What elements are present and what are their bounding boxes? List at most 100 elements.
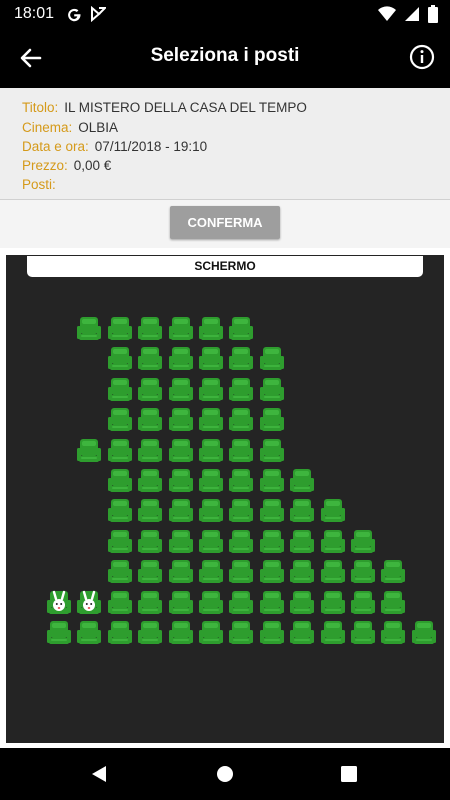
- seat-available[interactable]: [320, 620, 345, 646]
- seat-available[interactable]: [77, 620, 102, 646]
- seat-available[interactable]: [199, 620, 223, 646]
- seat-available[interactable]: [290, 529, 315, 555]
- seat-available[interactable]: [229, 559, 254, 585]
- seat-available[interactable]: [138, 529, 163, 555]
- seat-available[interactable]: [320, 559, 345, 585]
- seat-available[interactable]: [229, 407, 254, 433]
- seat-available[interactable]: [138, 468, 163, 494]
- seat-available[interactable]: [107, 438, 132, 464]
- seat-available[interactable]: [259, 407, 284, 433]
- seat-available[interactable]: [259, 498, 284, 524]
- seat-available[interactable]: [107, 529, 132, 555]
- seat-available[interactable]: [199, 559, 223, 585]
- seat-available[interactable]: [199, 377, 223, 403]
- seat-available[interactable]: [107, 377, 132, 403]
- seat-icon: [107, 347, 132, 371]
- seat-available[interactable]: [259, 529, 284, 555]
- seat-available[interactable]: [411, 620, 436, 646]
- seat-icon: [107, 590, 132, 614]
- seat-available[interactable]: [229, 590, 254, 616]
- seat-available[interactable]: [199, 590, 223, 616]
- seat-available[interactable]: [320, 529, 345, 555]
- seat-available[interactable]: [381, 620, 406, 646]
- seat-available[interactable]: [138, 346, 163, 372]
- confirm-button[interactable]: CONFERMA: [170, 206, 280, 239]
- seat-available[interactable]: [138, 559, 163, 585]
- seat-available[interactable]: [199, 498, 223, 524]
- seat-available[interactable]: [290, 498, 315, 524]
- seat-available[interactable]: [168, 529, 193, 555]
- seat-available[interactable]: [351, 620, 375, 646]
- seat-available[interactable]: [107, 498, 132, 524]
- seat-available[interactable]: [168, 438, 193, 464]
- seat-available[interactable]: [229, 498, 254, 524]
- info-button[interactable]: [408, 43, 436, 71]
- seat-available[interactable]: [168, 377, 193, 403]
- seat-available[interactable]: [229, 346, 254, 372]
- seat-available[interactable]: [168, 498, 193, 524]
- seat-available[interactable]: [320, 590, 345, 616]
- seat-icon: [229, 347, 254, 371]
- nav-back-button[interactable]: [88, 763, 110, 785]
- seat-available[interactable]: [138, 407, 163, 433]
- seat-available[interactable]: [381, 559, 406, 585]
- seat-available[interactable]: [199, 346, 223, 372]
- seat-available[interactable]: [259, 346, 284, 372]
- seat-available[interactable]: [47, 620, 71, 646]
- seat-available[interactable]: [107, 346, 132, 372]
- seat-available[interactable]: [259, 438, 284, 464]
- seat-available[interactable]: [229, 316, 254, 342]
- seat-available[interactable]: [259, 559, 284, 585]
- seat-available[interactable]: [138, 590, 163, 616]
- seat-available[interactable]: [290, 559, 315, 585]
- seat-available[interactable]: [107, 559, 132, 585]
- seat-available[interactable]: [259, 377, 284, 403]
- seat-available[interactable]: [259, 590, 284, 616]
- seat-available[interactable]: [199, 407, 223, 433]
- seat-available[interactable]: [229, 377, 254, 403]
- seat-available[interactable]: [77, 438, 102, 464]
- seat-available[interactable]: [320, 498, 345, 524]
- seat-available[interactable]: [138, 498, 163, 524]
- seat-available[interactable]: [107, 316, 132, 342]
- seat-available[interactable]: [168, 590, 193, 616]
- seat-available[interactable]: [107, 590, 132, 616]
- seat-available[interactable]: [229, 529, 254, 555]
- seat-icon: [168, 317, 193, 340]
- seat-available[interactable]: [290, 620, 315, 646]
- seat-available[interactable]: [77, 316, 102, 342]
- seat-available[interactable]: [199, 529, 223, 555]
- seat-available[interactable]: [199, 438, 223, 464]
- seat-available[interactable]: [168, 346, 193, 372]
- seat-icon: [138, 438, 163, 462]
- seat-available[interactable]: [290, 468, 315, 494]
- seat-available[interactable]: [229, 620, 254, 646]
- seat-available[interactable]: [199, 468, 223, 494]
- seat-available[interactable]: [290, 590, 315, 616]
- seat-available[interactable]: [107, 468, 132, 494]
- seat-available[interactable]: [259, 620, 284, 646]
- seat-available[interactable]: [351, 559, 375, 585]
- seat-available[interactable]: [107, 407, 132, 433]
- detail-row-seats: Posti:: [22, 176, 62, 194]
- seat-available[interactable]: [259, 468, 284, 494]
- seat-available[interactable]: [199, 316, 223, 342]
- seat-available[interactable]: [168, 620, 193, 646]
- seat-available[interactable]: [138, 620, 163, 646]
- seat-available[interactable]: [168, 559, 193, 585]
- seat-available[interactable]: [107, 620, 132, 646]
- seat-available[interactable]: [351, 529, 375, 555]
- seat-available[interactable]: [229, 438, 254, 464]
- nav-recents-button[interactable]: [338, 763, 360, 785]
- seat-available[interactable]: [229, 468, 254, 494]
- nav-home-button[interactable]: [214, 763, 236, 785]
- seat-icon: [351, 621, 375, 644]
- seat-available[interactable]: [138, 316, 163, 342]
- seat-available[interactable]: [168, 407, 193, 433]
- seat-available[interactable]: [381, 590, 406, 616]
- seat-available[interactable]: [138, 377, 163, 403]
- seat-available[interactable]: [351, 590, 375, 616]
- seat-available[interactable]: [168, 316, 193, 342]
- seat-available[interactable]: [138, 438, 163, 464]
- seat-available[interactable]: [168, 468, 193, 494]
